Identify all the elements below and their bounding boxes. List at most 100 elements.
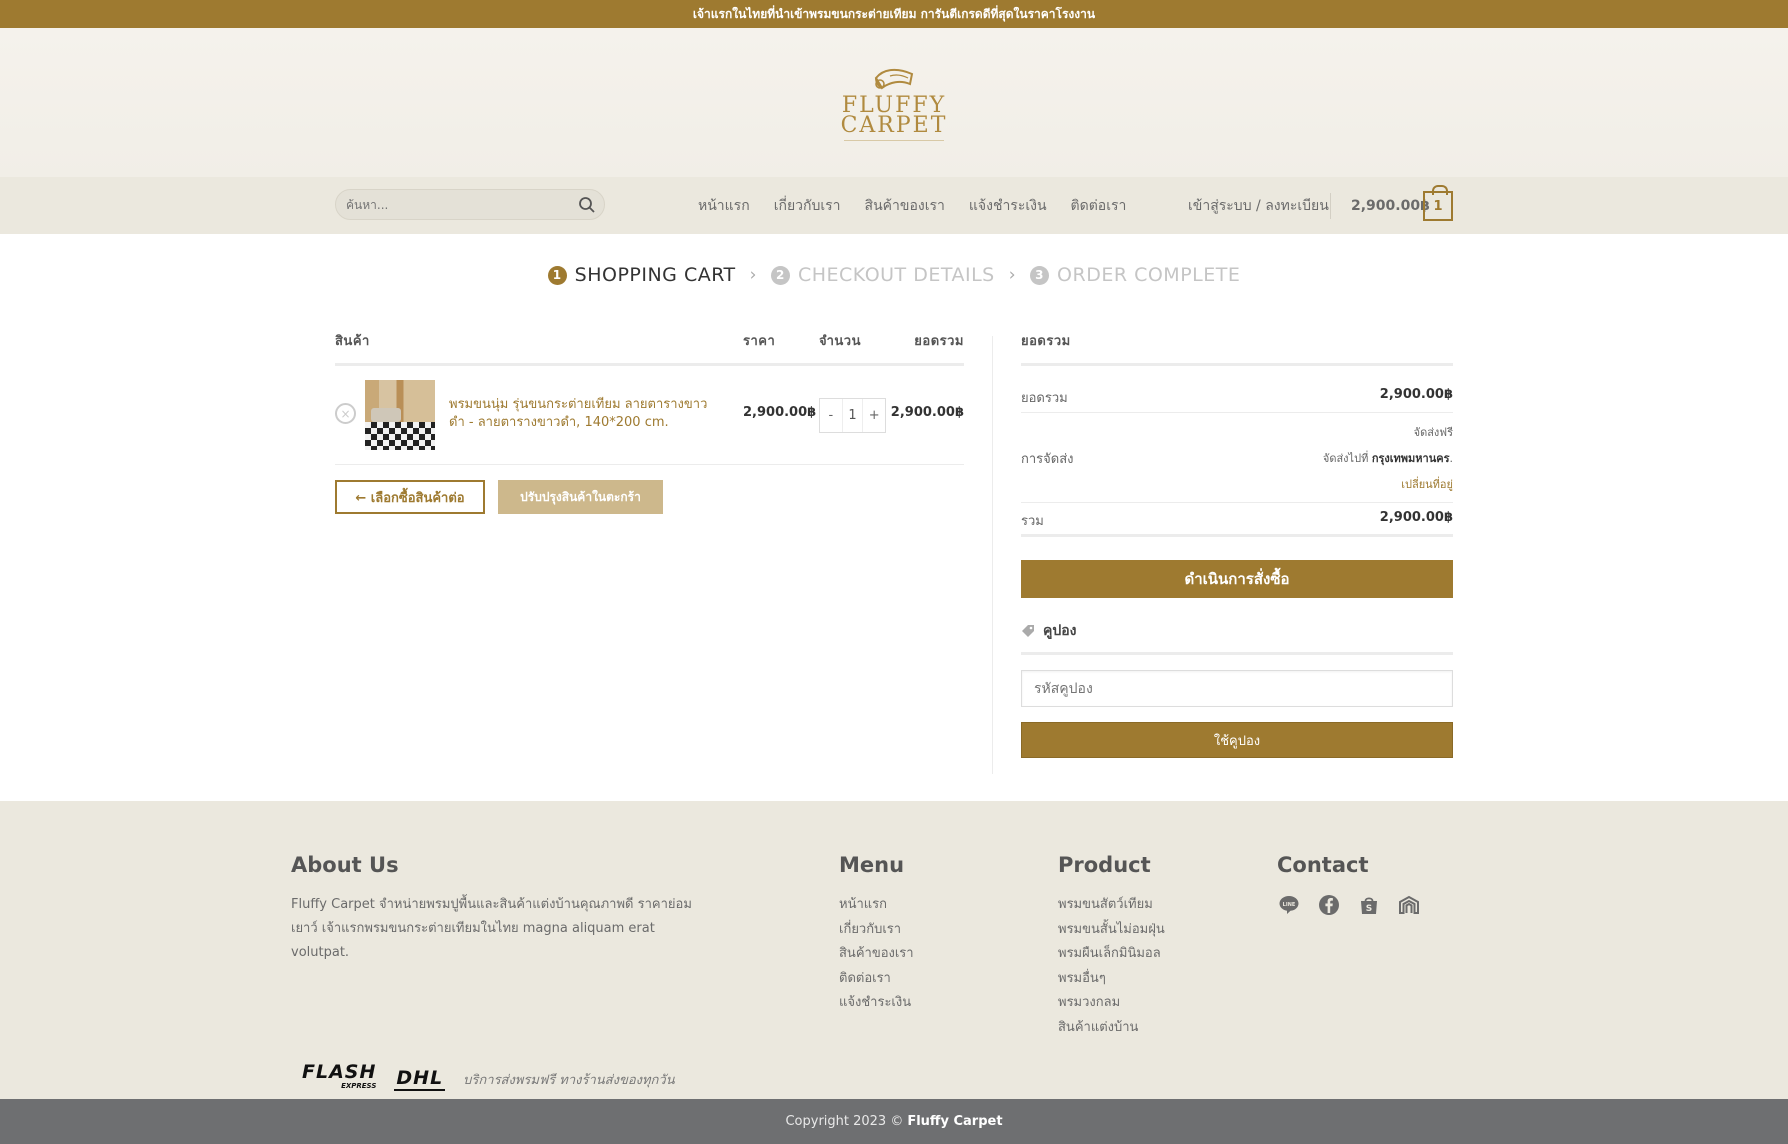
cart-count-badge: 1 <box>1433 198 1443 214</box>
step-number: 1 <box>547 265 567 285</box>
checkout-steps: 1 SHOPPING CART › 2 CHECKOUT DETAILS › 3… <box>0 264 1788 286</box>
main-navbar: หน้าแรก เกี่ยวกับเรา สินค้าของเรา แจ้งชำ… <box>0 177 1788 234</box>
nav-item-home[interactable]: หน้าแรก <box>698 195 750 217</box>
login-register-link[interactable]: เข้าสู่ระบบ / ลงทะเบียน <box>1188 177 1329 234</box>
footer-menu: Menu หน้าแรก เกี่ยวกับเรา สินค้าของเรา ต… <box>839 853 914 1016</box>
footer-product-link[interactable]: พรมวงกลม <box>1058 991 1165 1016</box>
nav-item-about[interactable]: เกี่ยวกับเรา <box>774 195 841 217</box>
row-divider <box>335 464 964 465</box>
coupon-code-input[interactable] <box>1021 670 1453 707</box>
courier-strip: FLASH EXPRESS DHL บริการส่งพรมฟรี ทางร้า… <box>302 1061 675 1093</box>
search-icon[interactable] <box>578 196 596 214</box>
step-checkout-details[interactable]: 2 CHECKOUT DETAILS <box>770 264 995 286</box>
product-name-link[interactable]: พรมขนนุ่ม รุ่นขนกระต่ายเทียม ลายตารางขาว… <box>449 396 719 432</box>
chevron-right-icon: › <box>749 265 757 285</box>
copyright-text: Copyright 2023 © <box>785 1114 904 1129</box>
nav-divider <box>1330 193 1331 219</box>
totals-header-divider <box>1021 363 1453 366</box>
close-icon: × <box>340 406 351 421</box>
search-box <box>335 189 605 220</box>
chevron-right-icon: › <box>1008 265 1017 285</box>
search-input[interactable] <box>336 190 566 219</box>
step-number: 2 <box>770 265 790 285</box>
total-value: 2,900.00฿ <box>1379 510 1453 525</box>
total-label: รวม <box>1021 514 1044 529</box>
nav-item-payment[interactable]: แจ้งชำระเงิน <box>969 195 1047 217</box>
tag-icon <box>1022 625 1034 637</box>
shipping-method: จัดส่งฟรี <box>1413 426 1453 439</box>
site-logo[interactable]: FLUFFY CARPET <box>841 64 948 141</box>
footer-menu-link[interactable]: แจ้งชำระเงิน <box>839 991 914 1016</box>
shopee-icon[interactable]: S <box>1357 893 1381 917</box>
footer-product-link[interactable]: พรมขนสัตว์เทียม <box>1058 893 1165 918</box>
copyright-brand[interactable]: Fluffy Carpet <box>907 1114 1002 1129</box>
thumbnail-sofa <box>371 408 401 422</box>
totals-heading: ยอดรวม <box>1021 334 1071 349</box>
svg-text:S: S <box>1366 904 1372 914</box>
footer-product-link[interactable]: พรมอื่นๆ <box>1058 967 1165 992</box>
nav-item-products[interactable]: สินค้าของเรา <box>865 195 945 217</box>
line-icon[interactable]: LINE <box>1277 893 1301 917</box>
product-price: 2,900.00฿ <box>743 405 817 420</box>
flash-logo-text: FLASH <box>302 1061 377 1083</box>
shipping-to-suffix: . <box>1449 452 1454 465</box>
totals-footer-divider <box>1021 534 1453 537</box>
shipping-to-city: กรุงเทพมหานคร <box>1371 452 1450 465</box>
thumbnail-rug <box>365 422 435 450</box>
update-cart-button[interactable]: ปรับปรุงสินค้าในตะกร้า <box>498 480 663 514</box>
remove-item-button[interactable]: × <box>335 403 356 424</box>
footer-contact-title: Contact <box>1277 853 1369 877</box>
column-header-product: สินค้า <box>335 334 370 349</box>
footer-product-link[interactable]: พรมผืนเล็กมินิมอล <box>1058 942 1165 967</box>
facebook-icon[interactable] <box>1317 893 1341 917</box>
continue-shopping-button[interactable]: ← เลือกซื้อสินค้าต่อ <box>335 480 485 514</box>
header-cart-icon[interactable]: 1 <box>1423 185 1453 221</box>
coupon-heading-text: คูปอง <box>1043 623 1077 639</box>
coupon-divider <box>1021 652 1453 655</box>
step-number: 3 <box>1030 265 1050 285</box>
carpet-roll-icon <box>874 68 914 90</box>
cart-totals: ยอดรวม ยอดรวม 2,900.00฿ การจัดส่ง จัดส่ง… <box>1021 330 1453 758</box>
nav-item-contact[interactable]: ติดต่อเรา <box>1071 195 1127 217</box>
social-links: LINE S <box>1277 893 1421 917</box>
flash-express-logo: FLASH EXPRESS <box>302 1061 377 1093</box>
step-order-complete: 3 ORDER COMPLETE <box>1030 264 1240 286</box>
footer-menu-link[interactable]: ติดต่อเรา <box>839 967 914 992</box>
product-thumbnail[interactable] <box>365 380 435 450</box>
change-address-link[interactable]: เปลี่ยนที่อยู่ <box>1323 472 1453 498</box>
totals-divider <box>1021 412 1453 413</box>
shipping-info: จัดส่งฟรี จัดส่งไปที่ กรุงเทพมหานคร. เปล… <box>1323 420 1453 498</box>
footer-about-title: About Us <box>291 853 399 877</box>
qty-input[interactable]: 1 <box>841 399 864 432</box>
courier-service-text: บริการส่งพรมฟรี ทางร้านส่งของทุกวัน <box>463 1072 675 1088</box>
column-divider <box>992 336 993 774</box>
dhl-logo-text: DHL <box>396 1067 444 1089</box>
step-shopping-cart[interactable]: 1 SHOPPING CART <box>547 264 736 286</box>
footer-menu-link[interactable]: หน้าแรก <box>839 893 914 918</box>
shipping-label: การจัดส่ง <box>1021 452 1074 467</box>
qty-minus-button[interactable]: - <box>820 408 842 423</box>
proceed-to-checkout-button[interactable]: ดำเนินการสั่งซื้อ <box>1021 560 1453 598</box>
footer-about-text: Fluffy Carpet จำหน่ายพรมปูพื้นและสินค้าแ… <box>291 897 692 960</box>
logo-wordmark-line2: CARPET <box>840 113 948 138</box>
svg-text:LINE: LINE <box>1283 902 1296 908</box>
logo-underline <box>843 140 944 141</box>
totals-divider <box>1021 502 1453 503</box>
coupon-heading: คูปอง <box>1021 620 1077 642</box>
header-cart-total[interactable]: 2,900.00฿ <box>1351 177 1430 234</box>
footer-menu-link[interactable]: เกี่ยวกับเรา <box>839 918 914 943</box>
step-label: SHOPPING CART <box>574 264 736 286</box>
footer-contact: Contact LINE S <box>1277 853 1421 917</box>
step-label: CHECKOUT DETAILS <box>797 264 995 286</box>
lazada-icon[interactable] <box>1397 893 1421 917</box>
shipping-destination: จัดส่งไปที่ กรุงเทพมหานคร. <box>1323 446 1453 472</box>
footer-menu-link[interactable]: สินค้าของเรา <box>839 942 914 967</box>
footer-product-link[interactable]: สินค้าแต่งบ้าน <box>1058 1016 1165 1041</box>
copyright-bar: Copyright 2023 © Fluffy Carpet <box>0 1099 1788 1144</box>
footer-product-link[interactable]: พรมขนสั้นไม่อมฝุ่น <box>1058 918 1165 943</box>
qty-plus-button[interactable]: + <box>863 408 885 423</box>
announcement-bar: เจ้าแรกในไทยที่นำเข้าพรมขนกระต่ายเทียม ก… <box>0 0 1788 28</box>
apply-coupon-button[interactable]: ใช้คูปอง <box>1021 722 1453 758</box>
footer-about: About Us Fluffy Carpet จำหน่ายพรมปูพื้นแ… <box>291 853 711 965</box>
nav-menu: หน้าแรก เกี่ยวกับเรา สินค้าของเรา แจ้งชำ… <box>698 177 1126 234</box>
